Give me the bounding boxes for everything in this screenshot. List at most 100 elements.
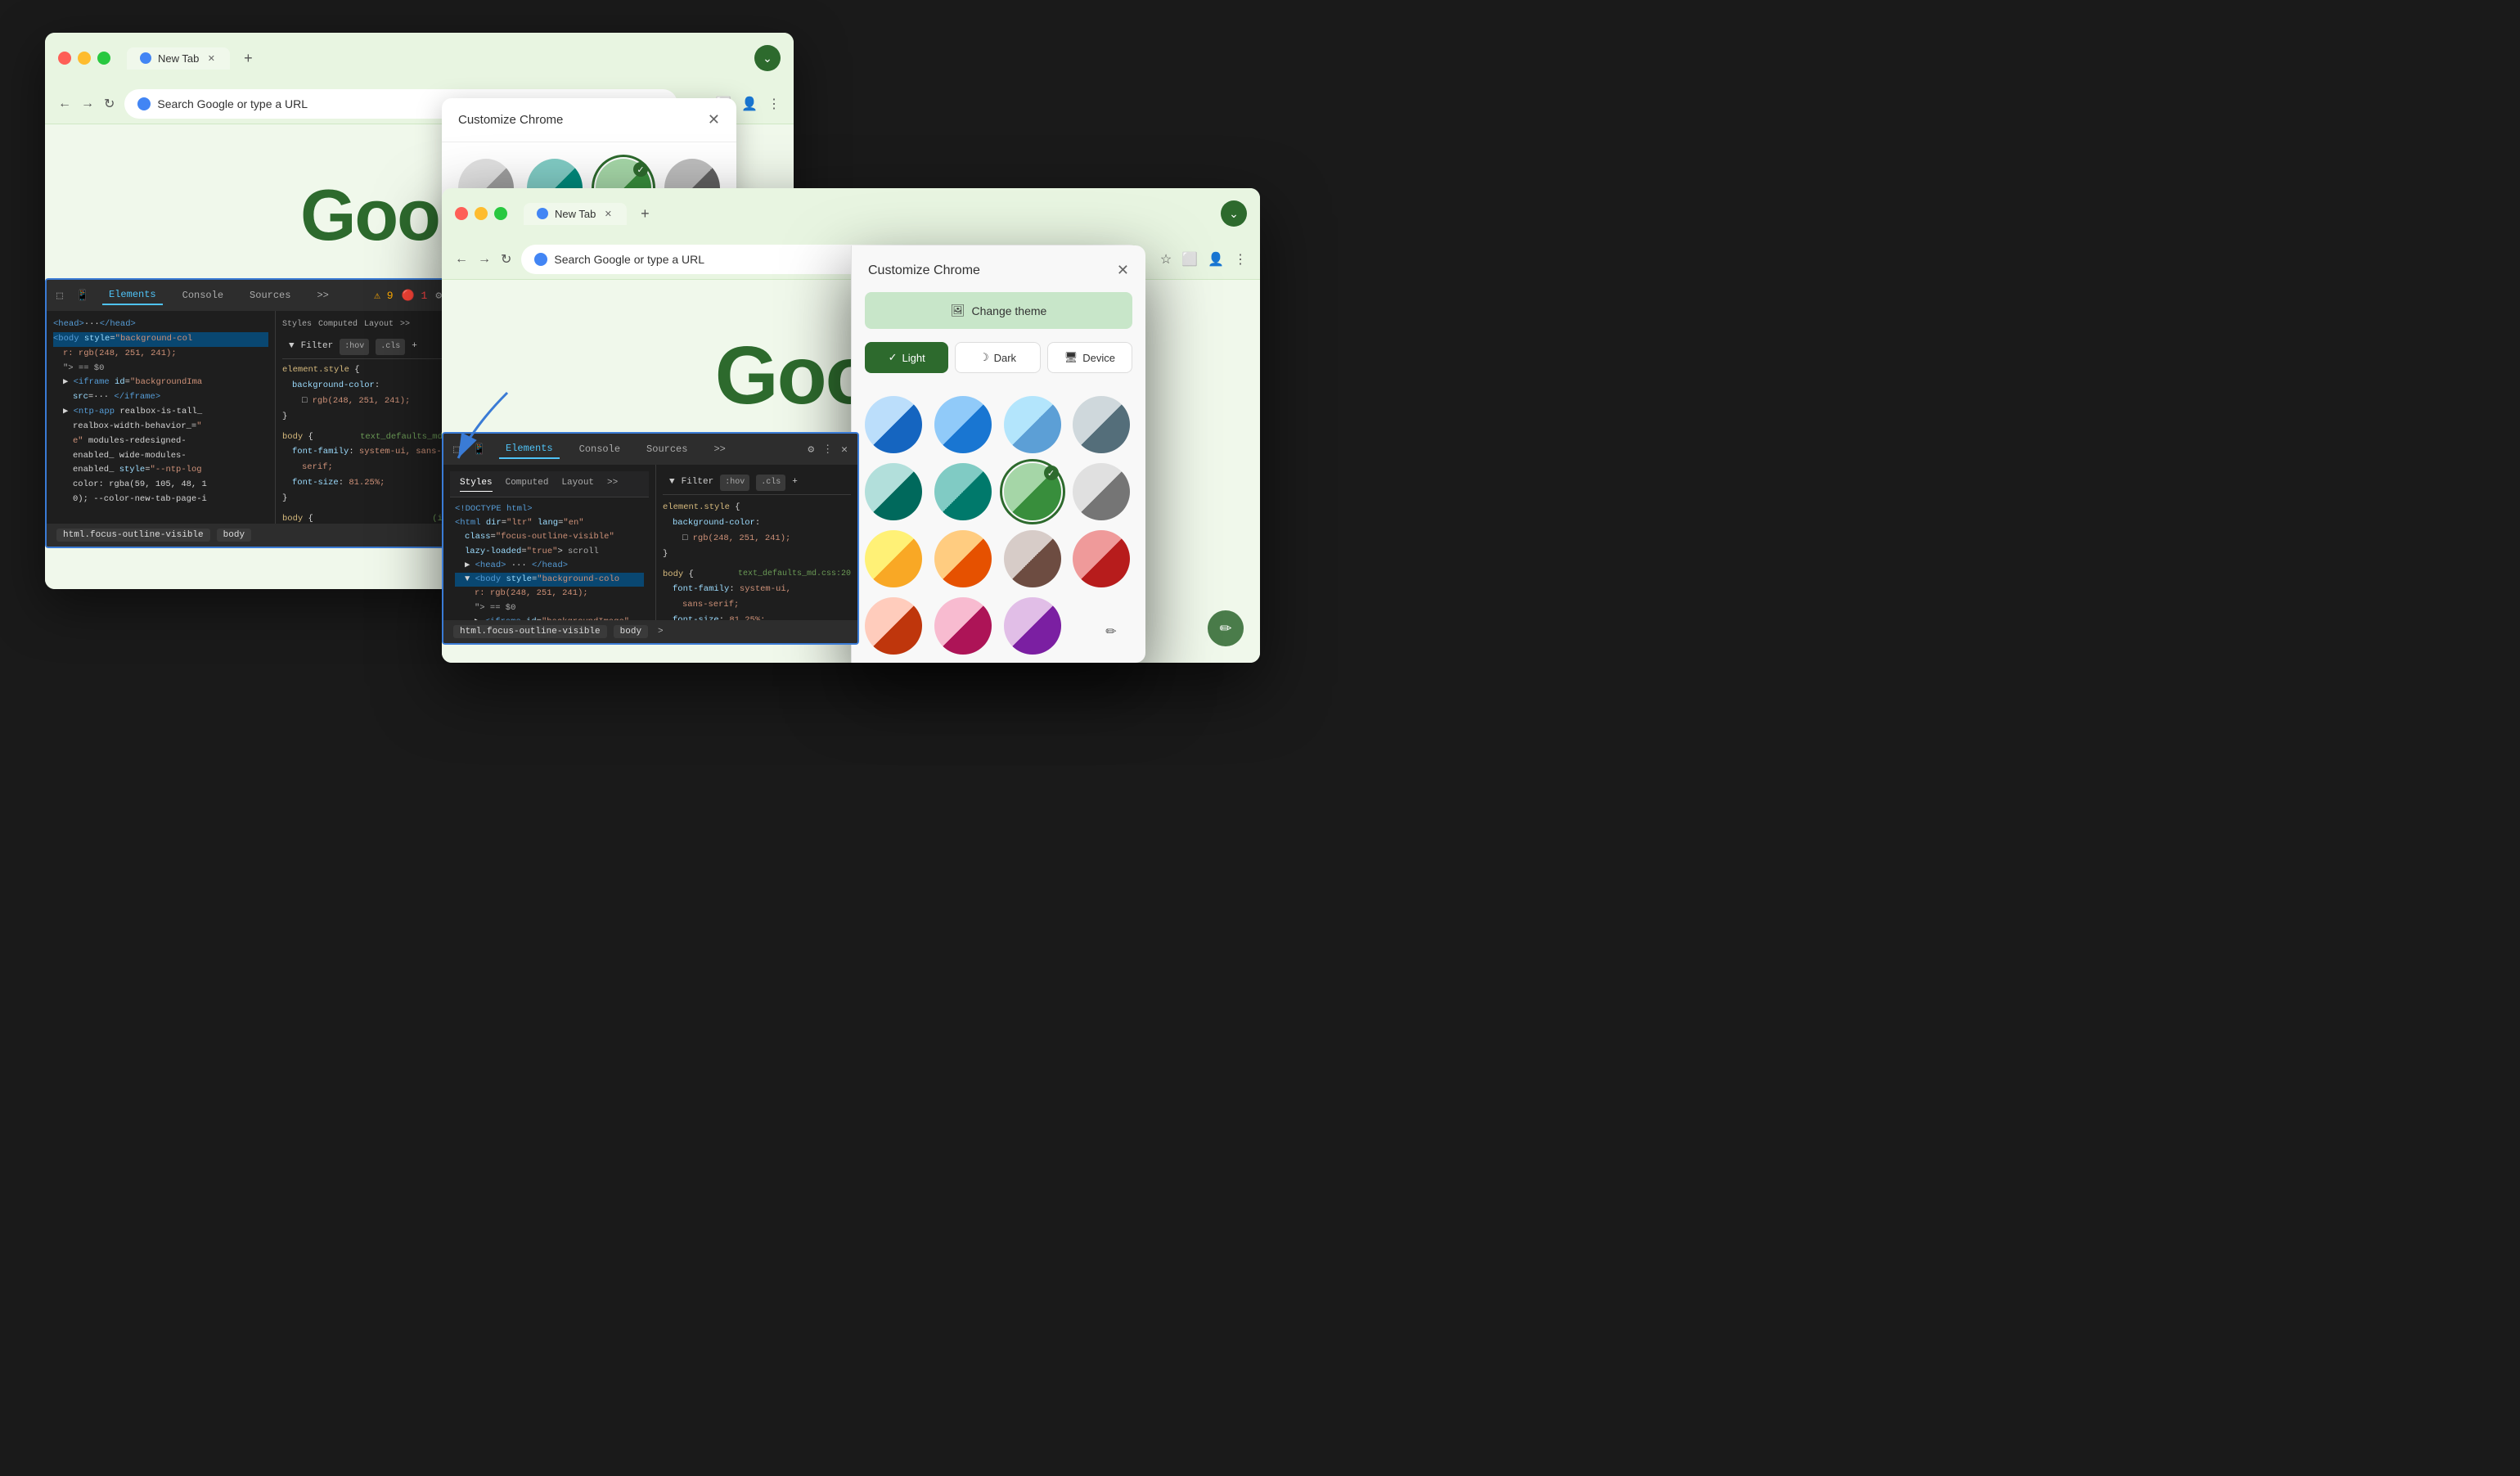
maximize-icon-1[interactable]: ⌄ bbox=[754, 45, 781, 71]
dt-subtab-layout-2[interactable]: Layout bbox=[561, 476, 594, 492]
swatch-teal-light[interactable] bbox=[865, 463, 922, 520]
panel-close-2[interactable]: ✕ bbox=[1117, 262, 1129, 279]
back-button-1[interactable]: ← bbox=[58, 97, 71, 111]
breadcrumb-html-1[interactable]: html.focus-outline-visible bbox=[56, 529, 210, 542]
dt-inspect-icon-2[interactable]: ⬚ bbox=[453, 443, 460, 456]
swatch-brown[interactable] bbox=[1004, 530, 1061, 587]
swatch-green-selected[interactable] bbox=[1004, 463, 1061, 520]
dt-elements-panel-2: Styles Computed Layout >> <!DOCTYPE html… bbox=[443, 465, 656, 643]
maximize-button-2[interactable] bbox=[494, 207, 507, 220]
tab-favicon-2 bbox=[537, 208, 548, 219]
dt-tab-elements-2[interactable]: Elements bbox=[499, 439, 560, 459]
forward-button-1[interactable]: → bbox=[81, 97, 94, 111]
close-button-1[interactable] bbox=[58, 52, 71, 65]
dt-tab-more-1[interactable]: >> bbox=[310, 286, 335, 304]
forward-button-2[interactable]: → bbox=[478, 252, 491, 267]
swatch-peach[interactable] bbox=[865, 597, 922, 655]
swatch-blue-light[interactable] bbox=[865, 396, 922, 453]
panel-header-2: Customize Chrome ✕ bbox=[852, 245, 1145, 292]
light-theme-button[interactable]: ✓ Light bbox=[865, 342, 948, 373]
dt-breadcrumb-1: html.focus-outline-visible body bbox=[47, 524, 485, 547]
menu-icon-2[interactable]: ⋮ bbox=[1234, 251, 1247, 268]
light-label: Light bbox=[902, 352, 925, 364]
minimize-button-1[interactable] bbox=[78, 52, 91, 65]
dt-subtab-computed-2[interactable]: Computed bbox=[506, 476, 549, 492]
dt-subtab-more-2[interactable]: >> bbox=[607, 476, 618, 492]
devtools-content-2: Styles Computed Layout >> <!DOCTYPE html… bbox=[443, 465, 857, 643]
titlebar-2: New Tab ✕ + ⌄ bbox=[442, 188, 1260, 239]
tab-close-1[interactable]: ✕ bbox=[205, 52, 217, 64]
maximize-button-1[interactable] bbox=[97, 52, 110, 65]
reload-button-2[interactable]: ↻ bbox=[501, 251, 511, 268]
dt-subtabs-2: Styles Computed Layout >> bbox=[450, 471, 649, 497]
tab-1[interactable]: New Tab ✕ bbox=[127, 47, 230, 70]
tab-bar-2: New Tab ✕ + bbox=[524, 202, 1211, 225]
dt-subtab-styles-2[interactable]: Styles bbox=[460, 476, 493, 492]
reload-button-1[interactable]: ↻ bbox=[104, 96, 115, 112]
swatch-orange[interactable] bbox=[934, 530, 992, 587]
extensions-icon-2[interactable]: ⬜ bbox=[1181, 251, 1198, 268]
dt-tab-more-2[interactable]: >> bbox=[707, 440, 731, 458]
profile-icon-1[interactable]: 👤 bbox=[741, 96, 758, 112]
new-tab-button-2[interactable]: + bbox=[633, 202, 656, 225]
popup-header-1: Customize Chrome ✕ bbox=[442, 98, 736, 142]
swatch-red[interactable] bbox=[1073, 530, 1130, 587]
change-theme-button[interactable]: 🖼 Change theme bbox=[865, 292, 1132, 329]
swatch-blue-pale[interactable] bbox=[1004, 396, 1061, 453]
customize-panel-2: Customize Chrome ✕ 🖼 Change theme ✓ Ligh… bbox=[851, 245, 1145, 663]
close-button-2[interactable] bbox=[455, 207, 468, 220]
tab-label-1: New Tab bbox=[158, 52, 199, 65]
swatch-grey-dark[interactable] bbox=[1073, 463, 1130, 520]
breadcrumb-html-2[interactable]: html.focus-outline-visible bbox=[453, 625, 607, 638]
swatch-yellow[interactable] bbox=[865, 530, 922, 587]
g-logo-1 bbox=[137, 97, 151, 110]
dt-tab-sources-2[interactable]: Sources bbox=[640, 440, 694, 458]
dt-tab-console-1[interactable]: Console bbox=[176, 286, 230, 304]
dt-tab-console-2[interactable]: Console bbox=[573, 440, 627, 458]
bookmark-icon-2[interactable]: ☆ bbox=[1160, 251, 1172, 268]
customize-button-2[interactable]: ✏ bbox=[1208, 610, 1244, 646]
swatch-grey-blue[interactable] bbox=[1073, 396, 1130, 453]
tab-bar-1: New Tab ✕ + bbox=[127, 47, 745, 70]
device-theme-button[interactable]: 🖥 Device bbox=[1047, 342, 1132, 373]
panel-edit-button[interactable]: ✏ bbox=[1096, 617, 1126, 646]
dt-inspect-icon-1[interactable]: ⬚ bbox=[56, 290, 63, 302]
traffic-lights-1 bbox=[58, 52, 110, 65]
dt-more-icon-2[interactable]: ⋮ bbox=[822, 443, 833, 456]
devtools-toolbar-1: ⬚ 📱 Elements Console Sources >> ⚠ 9 🔴 1 … bbox=[47, 280, 485, 311]
swatch-teal-mid[interactable] bbox=[934, 463, 992, 520]
back-button-2[interactable]: ← bbox=[455, 252, 468, 267]
change-theme-label: Change theme bbox=[971, 304, 1046, 317]
check-icon: ✓ bbox=[889, 351, 898, 364]
swatch-pink[interactable] bbox=[934, 597, 992, 655]
dt-settings-icon-1[interactable]: ⚙ bbox=[435, 290, 442, 302]
menu-icon-1[interactable]: ⋮ bbox=[767, 96, 781, 112]
dt-tab-sources-1[interactable]: Sources bbox=[243, 286, 297, 304]
dt-elements-panel-1: <head>···</head> <body style="background… bbox=[47, 311, 276, 547]
tab-close-2[interactable]: ✕ bbox=[602, 208, 614, 219]
swatch-purple[interactable] bbox=[1004, 597, 1061, 655]
swatch-blue-mid[interactable] bbox=[934, 396, 992, 453]
change-theme-icon: 🖼 bbox=[951, 304, 965, 317]
minimize-button-2[interactable] bbox=[475, 207, 488, 220]
dt-close-icon-2[interactable]: ✕ bbox=[841, 443, 848, 456]
dt-device-icon-1[interactable]: 📱 bbox=[76, 290, 89, 302]
breadcrumb-arrow-2: > bbox=[658, 627, 664, 637]
moon-icon: ☽ bbox=[979, 351, 989, 364]
breadcrumb-body-2[interactable]: body bbox=[614, 625, 648, 638]
tab-2[interactable]: New Tab ✕ bbox=[524, 203, 627, 225]
g-logo-2 bbox=[534, 253, 547, 266]
breadcrumb-body-1[interactable]: body bbox=[217, 529, 251, 542]
dt-settings-icon-2[interactable]: ⚙ bbox=[808, 443, 814, 456]
profile-icon-2[interactable]: 👤 bbox=[1208, 251, 1224, 268]
url-text-1: Search Google or type a URL bbox=[157, 97, 308, 110]
dt-styles-panel-2: ▼ Filter :hov .cls + element.style { bac… bbox=[656, 465, 857, 643]
dark-theme-button[interactable]: ☽ Dark bbox=[955, 342, 1040, 373]
popup-close-1[interactable]: ✕ bbox=[708, 111, 720, 128]
css-rule-element-style-2: element.style { background-color: □ rgb(… bbox=[663, 500, 851, 562]
dt-device-icon-2[interactable]: 📱 bbox=[473, 443, 486, 456]
dt-tab-elements-1[interactable]: Elements bbox=[102, 286, 163, 305]
url-text-2: Search Google or type a URL bbox=[554, 253, 704, 266]
maximize-icon-2[interactable]: ⌄ bbox=[1221, 200, 1247, 227]
new-tab-button-1[interactable]: + bbox=[236, 47, 259, 70]
